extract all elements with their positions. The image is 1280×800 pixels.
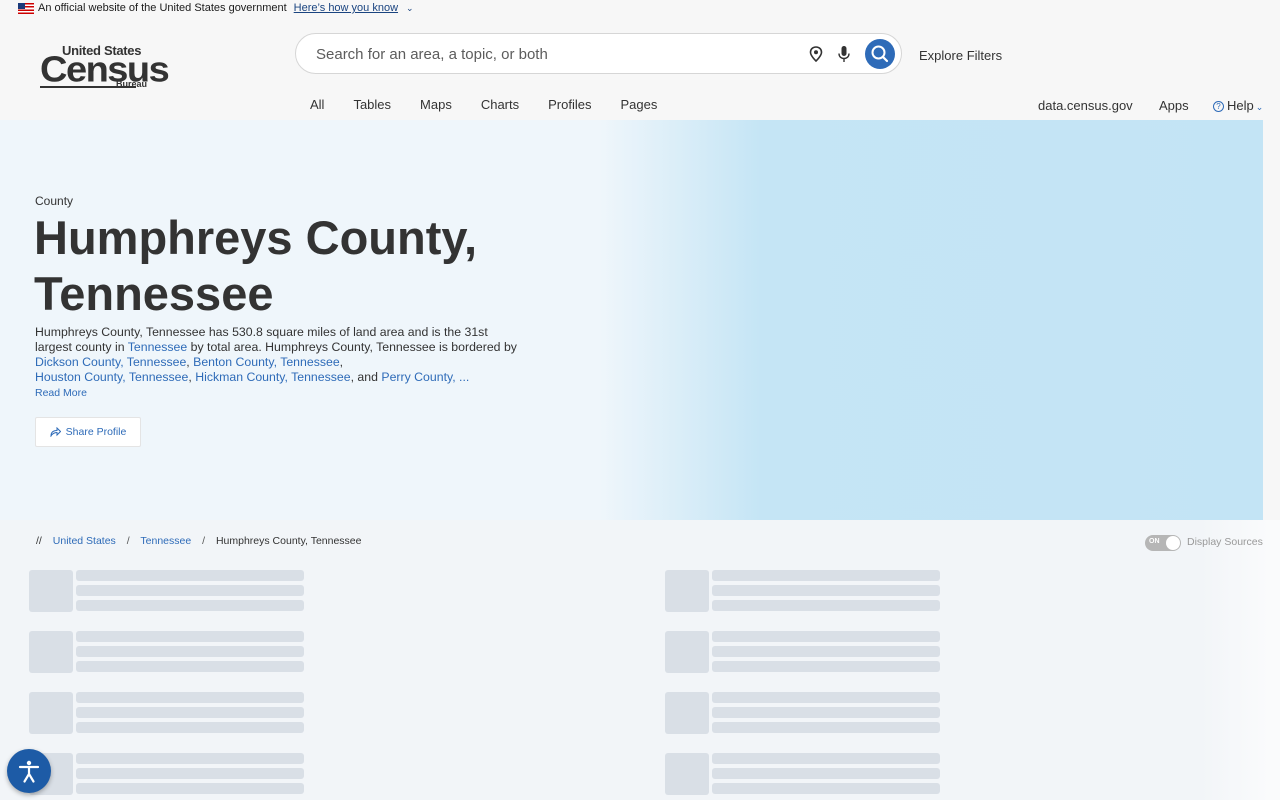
chevron-down-icon: ⌄ — [1255, 102, 1264, 112]
skeleton-line — [712, 722, 940, 733]
profile-description: Humphreys County, Tennessee has 530.8 sq… — [35, 325, 525, 385]
apps-link[interactable]: Apps — [1159, 98, 1189, 113]
breadcrumb-separator: / — [202, 535, 206, 547]
search-button[interactable] — [865, 39, 895, 69]
skeleton-line — [76, 722, 304, 733]
chevron-down-icon[interactable]: ⌄ — [406, 3, 414, 14]
tab-charts[interactable]: Charts — [481, 97, 519, 112]
site-header: United States Census Bureau Explore Filt… — [0, 16, 1280, 120]
explore-filters-link[interactable]: Explore Filters — [919, 48, 1002, 63]
display-sources-toggle[interactable]: ON — [1145, 535, 1181, 551]
help-icon: ? — [1213, 101, 1224, 112]
accessibility-button[interactable] — [7, 749, 51, 793]
share-icon — [50, 427, 61, 437]
tab-tables[interactable]: Tables — [353, 97, 391, 112]
skeleton-line — [76, 646, 304, 657]
display-sources-label: Display Sources — [1187, 536, 1263, 548]
skeleton-line — [712, 692, 940, 703]
skeleton-line — [76, 570, 304, 581]
search-type-tabs: All Tables Maps Charts Profiles Pages — [310, 97, 686, 112]
search-input[interactable] — [316, 44, 796, 64]
share-profile-button[interactable]: Share Profile — [35, 417, 141, 447]
tab-maps[interactable]: Maps — [420, 97, 452, 112]
skeleton-line — [76, 768, 304, 779]
scrollbar-gutter — [1263, 120, 1280, 520]
skeleton-line — [76, 600, 304, 611]
skeleton-line — [76, 783, 304, 794]
logo-line2: Census — [40, 50, 170, 90]
desc-separator: , — [339, 355, 344, 369]
skeleton-thumb — [665, 692, 709, 734]
skeleton-line — [712, 600, 940, 611]
breadcrumb-prefix: // — [36, 535, 42, 547]
microphone-icon[interactable] — [837, 45, 851, 63]
tab-profiles[interactable]: Profiles — [548, 97, 591, 112]
desc-separator: , and — [350, 370, 382, 384]
help-label: Help — [1227, 98, 1254, 113]
skeleton-thumb — [665, 631, 709, 673]
gov-banner: An official website of the United States… — [0, 0, 1280, 16]
accessibility-icon — [18, 760, 40, 783]
heres-how-you-know-link[interactable]: Here’s how you know — [294, 2, 398, 14]
profile-content: // United States / Tennessee / Humphreys… — [0, 520, 1280, 800]
perry-county-link[interactable]: Perry County, ... — [381, 370, 469, 384]
skeleton-line — [712, 570, 940, 581]
skeleton-line — [76, 753, 304, 764]
breadcrumb-united-states[interactable]: United States — [53, 535, 116, 547]
skeleton-line — [712, 646, 940, 657]
search-icon — [871, 45, 889, 63]
hickman-county-link[interactable]: Hickman County, Tennessee — [195, 370, 350, 384]
skeleton-line — [712, 661, 940, 672]
skeleton-thumb — [29, 570, 73, 612]
skeleton-line — [712, 768, 940, 779]
skeleton-thumb — [29, 631, 73, 673]
census-logo[interactable]: United States Census Bureau — [40, 43, 170, 91]
share-profile-label: Share Profile — [65, 426, 127, 438]
skeleton-line — [712, 631, 940, 642]
toggle-state: ON — [1149, 538, 1160, 545]
us-flag-icon — [18, 2, 34, 14]
skeleton-line — [76, 661, 304, 672]
skeleton-line — [712, 753, 940, 764]
tab-pages[interactable]: Pages — [620, 97, 657, 112]
page-title: Humphreys County, Tennessee — [34, 211, 478, 320]
read-more-link[interactable]: Read More — [35, 387, 87, 399]
breadcrumb-tennessee[interactable]: Tennessee — [140, 535, 191, 547]
skeleton-line — [76, 631, 304, 642]
logo-underline — [40, 86, 136, 88]
dickson-county-link[interactable]: Dickson County, Tennessee — [35, 355, 186, 369]
geography-type: County — [35, 194, 74, 208]
houston-county-link[interactable]: Houston County, Tennessee — [35, 370, 188, 384]
skeleton-thumb — [665, 570, 709, 612]
skeleton-line — [712, 707, 940, 718]
location-pin-icon[interactable] — [809, 46, 823, 62]
skeleton-line — [76, 692, 304, 703]
breadcrumb-current: Humphreys County, Tennessee — [215, 535, 362, 547]
skeleton-thumb — [29, 692, 73, 734]
toggle-knob — [1166, 536, 1180, 550]
data-census-gov-link[interactable]: data.census.gov — [1038, 98, 1133, 113]
benton-county-link[interactable]: Benton County, Tennessee — [193, 355, 340, 369]
breadcrumb-separator: / — [126, 535, 130, 547]
skeleton-line — [76, 585, 304, 596]
skeleton-line — [712, 783, 940, 794]
gov-banner-text: An official website of the United States… — [38, 2, 287, 14]
breadcrumb: // United States / Tennessee / Humphreys… — [36, 535, 361, 547]
help-menu[interactable]: ? Help ⌄ — [1213, 98, 1263, 113]
profile-hero: County Humphreys County, Tennessee Humph… — [0, 120, 1263, 520]
skeleton-line — [76, 707, 304, 718]
skeleton-line — [712, 585, 940, 596]
tennessee-link[interactable]: Tennessee — [128, 340, 187, 354]
desc-text: by total area. Humphreys County, Tenness… — [187, 340, 517, 354]
tab-all[interactable]: All — [310, 97, 324, 112]
search-bar — [295, 33, 902, 74]
skeleton-thumb — [665, 753, 709, 795]
